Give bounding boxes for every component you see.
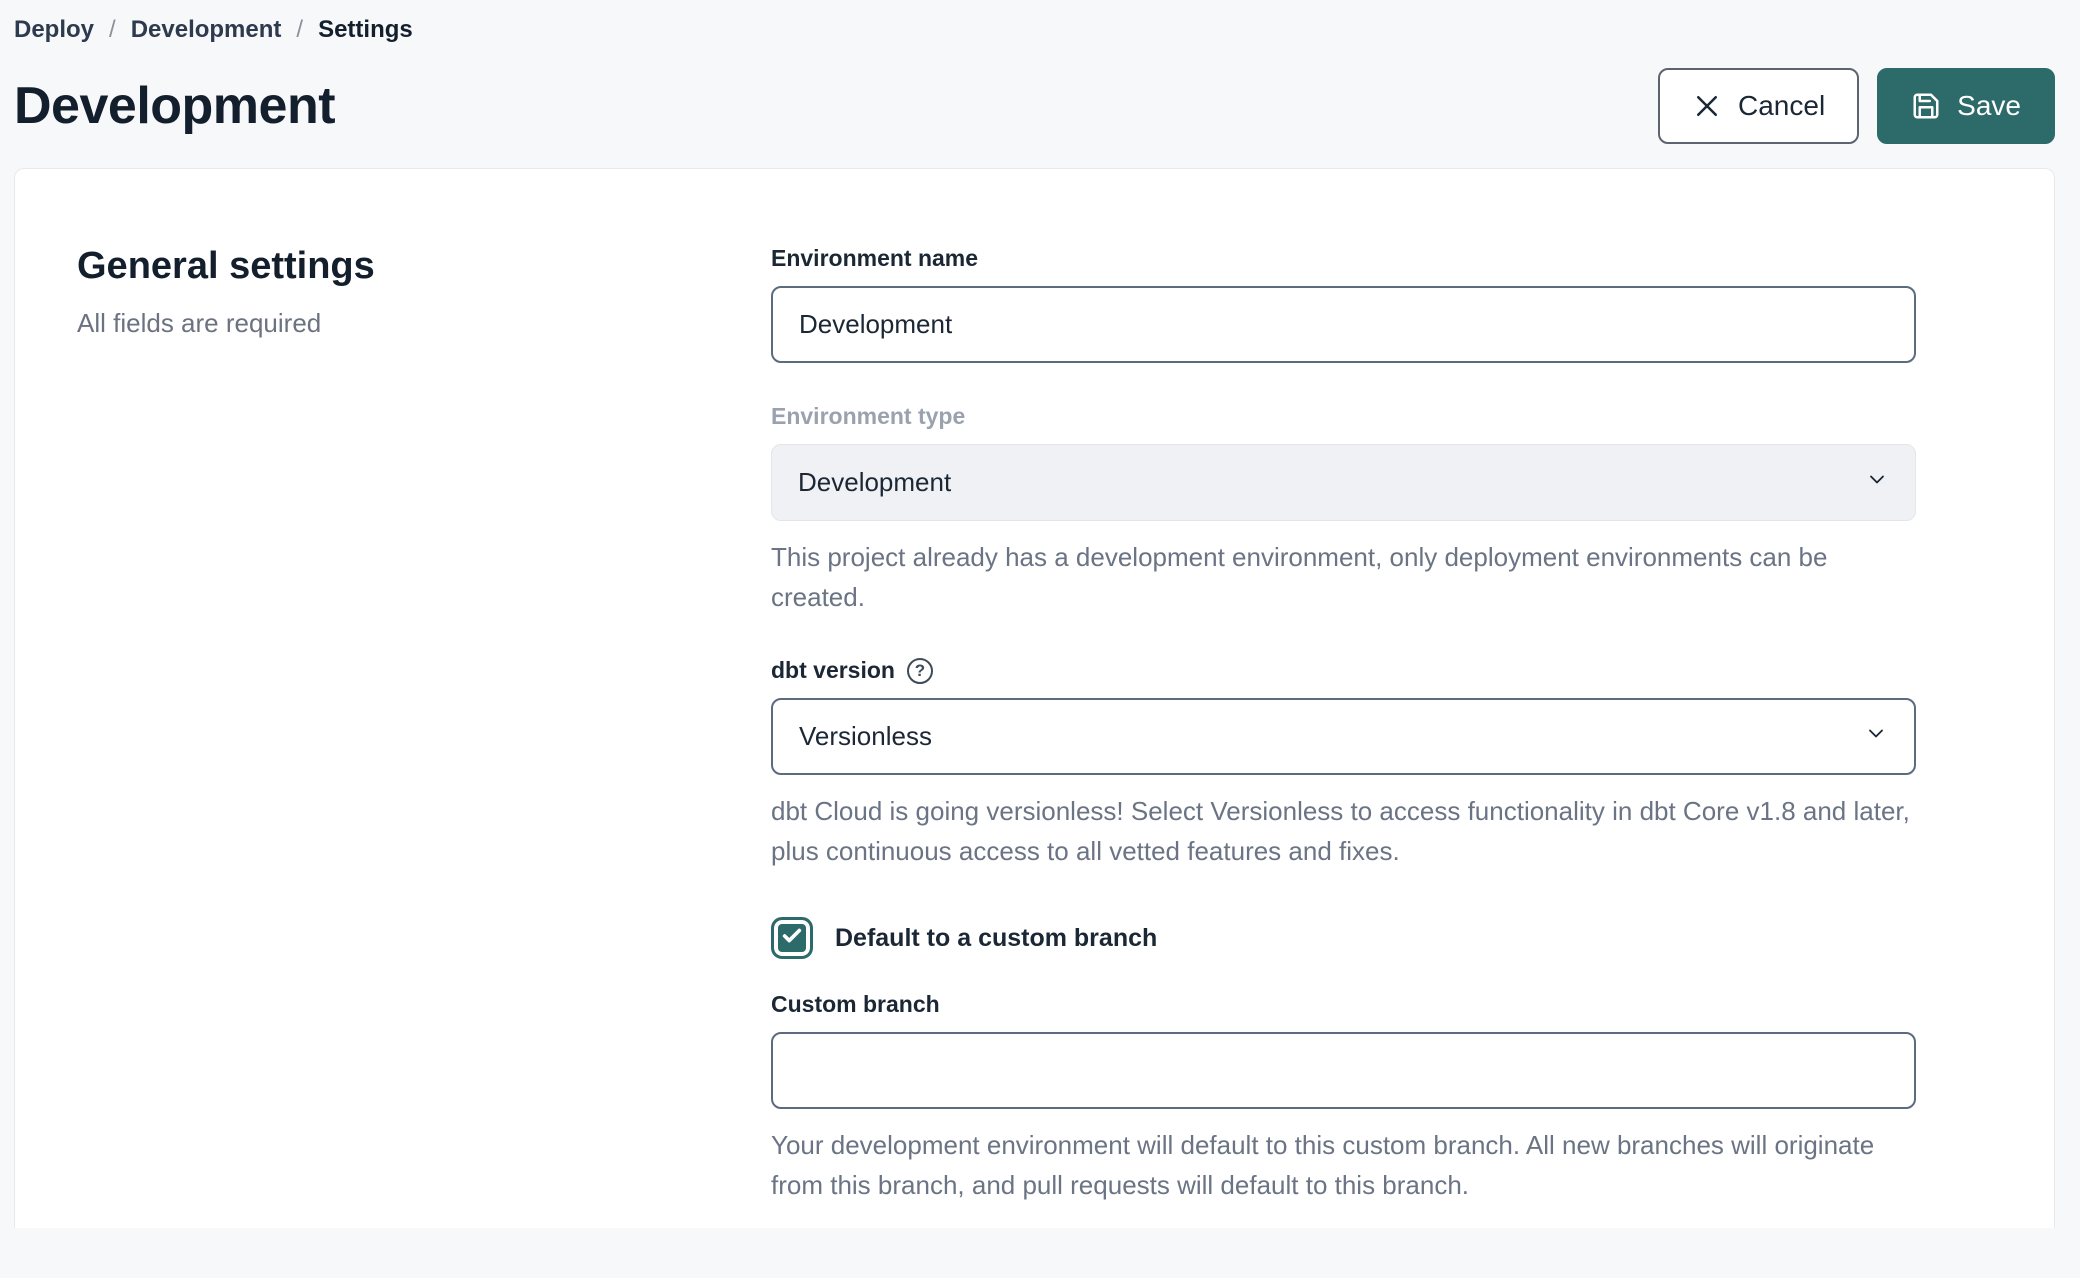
cancel-button[interactable]: Cancel [1658,68,1859,144]
save-floppy-icon [1911,91,1941,121]
dbt-version-helper: dbt Cloud is going versionless! Select V… [771,791,1916,871]
save-button[interactable]: Save [1877,68,2055,144]
custom-branch-helper: Your development environment will defaul… [771,1125,1916,1205]
save-button-label: Save [1957,90,2021,122]
breadcrumb-separator: / [296,16,303,44]
chevron-down-icon [1864,721,1888,752]
environment-type-value: Development [798,467,951,498]
breadcrumb: Deploy / Development / Settings [14,16,2055,44]
dbt-version-group: dbt version ? Versionless dbt Cloud is g… [771,657,1916,871]
environment-type-label: Environment type [771,403,1916,430]
settings-form: Environment name Environment type Develo… [771,245,1916,1228]
environment-name-label: Environment name [771,245,1916,272]
custom-branch-label: Custom branch [771,991,1916,1018]
section-header: General settings All fields are required [15,245,771,1228]
section-title: General settings [77,245,771,288]
section-subtitle: All fields are required [77,308,771,339]
custom-branch-checkbox-label[interactable]: Default to a custom branch [835,924,1157,953]
custom-branch-checkbox[interactable] [771,917,813,959]
custom-branch-checkbox-row: Default to a custom branch [771,917,1916,959]
help-icon[interactable]: ? [907,658,933,684]
custom-branch-input[interactable] [771,1032,1916,1109]
chevron-down-icon [1865,467,1889,498]
breadcrumb-item-settings: Settings [318,16,413,44]
custom-branch-group: Custom branch Your development environme… [771,991,1916,1205]
cancel-button-label: Cancel [1738,90,1825,122]
breadcrumb-separator: / [109,16,116,44]
general-settings-card: General settings All fields are required… [14,168,2055,1228]
breadcrumb-item-development[interactable]: Development [131,16,282,44]
environment-name-input[interactable] [771,286,1916,363]
environment-type-select: Development [771,444,1916,521]
dbt-version-label: dbt version ? [771,657,1916,684]
environment-type-group: Environment type Development This projec… [771,403,1916,617]
dbt-version-select[interactable]: Versionless [771,698,1916,775]
dbt-version-label-text: dbt version [771,657,895,684]
dbt-version-value: Versionless [799,721,932,752]
close-icon [1692,91,1722,121]
breadcrumb-item-deploy[interactable]: Deploy [14,16,94,44]
checkmark-icon [781,925,803,952]
header-buttons: Cancel Save [1658,68,2055,144]
title-row: Development Cancel Save [14,68,2055,144]
environment-name-group: Environment name [771,245,1916,363]
page-header: Deploy / Development / Settings Developm… [0,0,2080,144]
environment-type-helper: This project already has a development e… [771,537,1916,617]
page-title: Development [14,76,335,136]
